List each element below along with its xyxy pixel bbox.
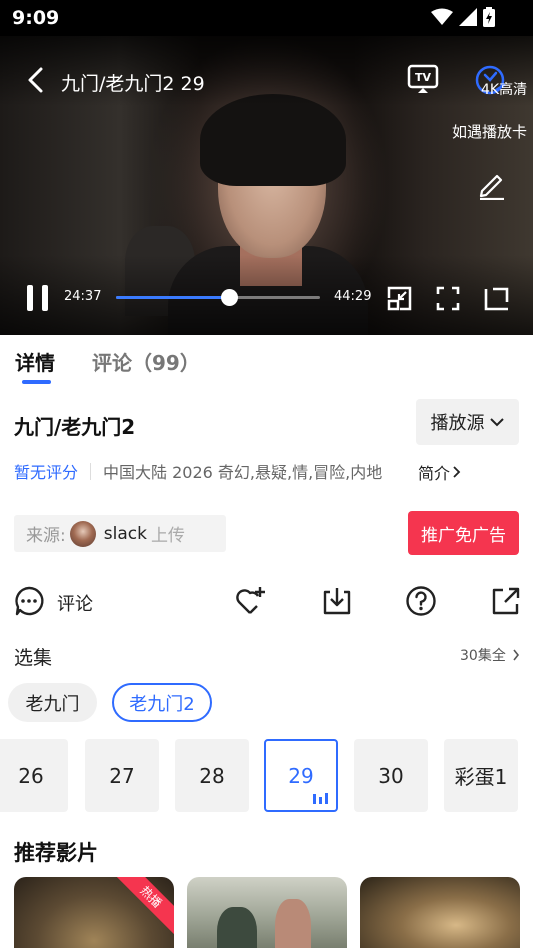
source-button[interactable]: 播放源 xyxy=(416,399,519,445)
recommend-card[interactable]: 热播 xyxy=(14,877,174,948)
progress-fill xyxy=(116,296,229,299)
comment-icon[interactable] xyxy=(13,585,45,617)
avatar xyxy=(69,520,96,547)
tab-comments[interactable]: 评论（99） xyxy=(92,347,200,376)
share-icon[interactable] xyxy=(490,585,522,617)
pip-icon[interactable] xyxy=(386,285,413,312)
video-player[interactable]: 九门/老九门2 29 TV 4K高清 如遇播放卡 24:37 44:29 xyxy=(0,36,533,335)
tab-detail[interactable]: 详情 xyxy=(15,347,55,376)
episode-item[interactable]: 30 xyxy=(354,739,428,812)
intro-link[interactable]: 简介 xyxy=(418,460,462,484)
show-title: 九门/老九门2 xyxy=(14,415,136,439)
playing-bars-icon xyxy=(313,793,328,804)
pause-icon[interactable] xyxy=(25,284,51,312)
total-time: 44:29 xyxy=(334,289,372,304)
episode-label: 28 xyxy=(199,763,225,788)
status-bar: 9:09 xyxy=(0,0,533,36)
fullscreen-icon[interactable] xyxy=(436,285,460,312)
comment-label[interactable]: 评论 xyxy=(57,590,93,616)
uploader-suffix: 上传 xyxy=(150,526,185,546)
episode-item[interactable]: 26 xyxy=(0,739,68,812)
hot-badge: 热播 xyxy=(112,877,174,936)
rotate-icon[interactable] xyxy=(484,285,511,312)
meta-row: 暂无评分 中国大陆 2026 奇幻,悬疑,情,冒险,内地 xyxy=(14,460,382,482)
tab-active-indicator xyxy=(22,380,51,384)
episodes-total: 30集全 xyxy=(460,648,506,664)
status-time: 9:09 xyxy=(12,7,60,29)
poster-figure xyxy=(217,907,257,948)
uploader-name: slack xyxy=(103,523,147,544)
chevron-right-icon xyxy=(453,466,461,478)
recommend-card[interactable] xyxy=(360,877,520,948)
episode-item-active[interactable]: 29 xyxy=(264,739,338,812)
promo-no-ads-button[interactable]: 推广免广告 xyxy=(408,511,519,555)
back-icon[interactable] xyxy=(22,66,50,94)
quality-label[interactable]: 4K高清 xyxy=(481,79,527,99)
episode-label: 26 xyxy=(18,763,44,788)
episodes-label: 选集 xyxy=(14,647,53,669)
episode-item[interactable]: 27 xyxy=(85,739,159,812)
favorite-add-icon[interactable] xyxy=(234,585,266,617)
uploader-label: 来源: xyxy=(26,526,66,546)
recommend-label: 推荐影片 xyxy=(14,841,98,865)
download-icon[interactable] xyxy=(321,585,353,617)
video-figure-hair xyxy=(200,94,346,186)
episodes-total-link[interactable]: 30集全 xyxy=(460,645,520,665)
recommend-card[interactable] xyxy=(187,877,347,948)
battery-icon xyxy=(483,7,495,27)
season-chip-2[interactable]: 老九门2 xyxy=(112,683,212,722)
progress-thumb[interactable] xyxy=(220,289,238,306)
intro-link-label: 简介 xyxy=(418,464,451,483)
meta-info: 中国大陆 2026 奇幻,悬疑,情,冒险,内地 xyxy=(103,463,383,482)
edit-icon[interactable] xyxy=(477,170,507,200)
status-icons xyxy=(431,7,495,27)
season-chip-1[interactable]: 老九门 xyxy=(8,683,97,722)
detail-tabs: 详情 评论（99） xyxy=(0,335,533,387)
playback-tip[interactable]: 如遇播放卡 xyxy=(452,121,527,142)
episode-label: 彩蛋1 xyxy=(454,765,508,789)
tv-cast-icon[interactable]: TV xyxy=(407,64,439,94)
poster-figure xyxy=(275,899,311,948)
signal-icon xyxy=(459,8,477,26)
svg-text:TV: TV xyxy=(415,71,432,84)
video-title: 九门/老九门2 29 xyxy=(61,73,205,95)
episode-label: 29 xyxy=(288,763,314,788)
meta-divider xyxy=(90,462,92,480)
help-icon[interactable] xyxy=(405,585,437,617)
rating[interactable]: 暂无评分 xyxy=(14,459,78,483)
episode-item[interactable]: 28 xyxy=(175,739,249,812)
current-time: 24:37 xyxy=(64,289,102,304)
episode-item[interactable]: 彩蛋1 xyxy=(444,739,518,812)
episode-label: 27 xyxy=(109,763,135,788)
episode-label: 30 xyxy=(378,763,404,788)
chevron-right-icon xyxy=(513,649,519,661)
uploader-info[interactable]: 来源: slack 上传 xyxy=(14,515,226,552)
wifi-icon xyxy=(431,8,453,25)
source-button-label: 播放源 xyxy=(430,413,485,434)
progress-slider[interactable] xyxy=(116,289,320,306)
chevron-down-icon xyxy=(489,418,504,427)
